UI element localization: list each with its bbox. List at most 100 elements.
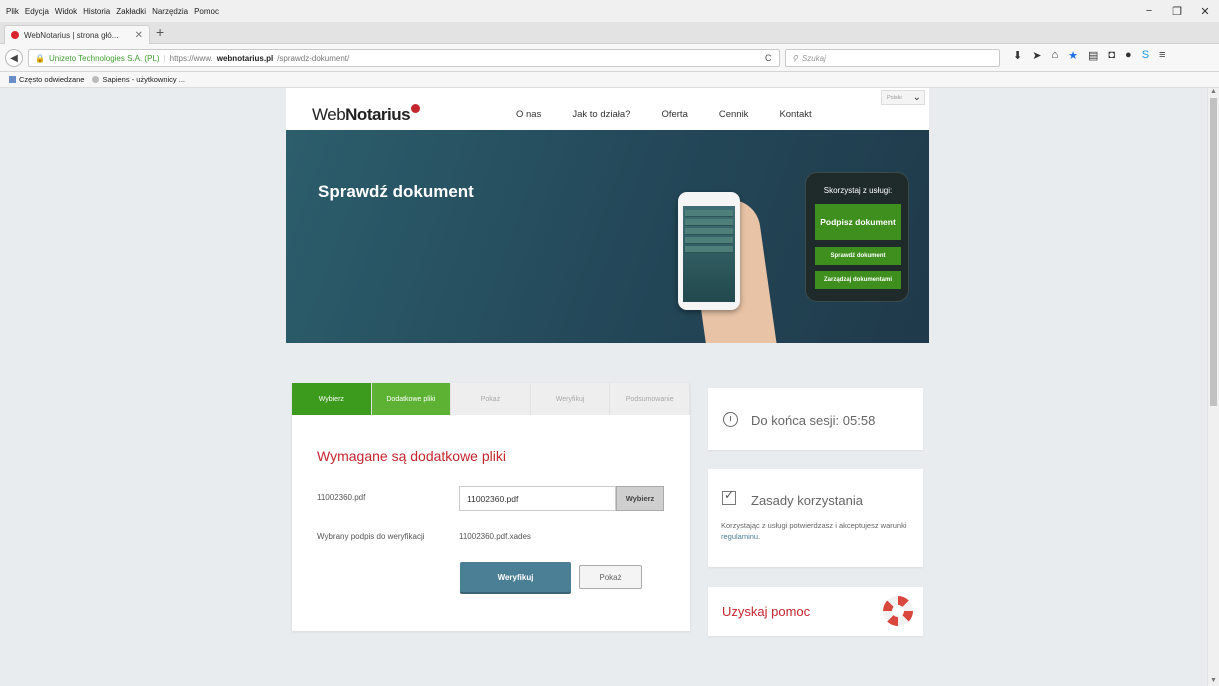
- back-arrow-icon[interactable]: ◀: [5, 49, 23, 67]
- step-wybierz[interactable]: Wybierz: [292, 383, 372, 415]
- tab-strip: WebNotarius | strona głó... ✕ +: [0, 22, 1219, 44]
- phone-row: [685, 246, 733, 253]
- file-input[interactable]: 11002360.pdf: [459, 486, 616, 511]
- help-title[interactable]: Uzyskaj pomoc: [722, 604, 810, 619]
- folder-icon: [9, 76, 16, 83]
- help-card[interactable]: Uzyskaj pomoc: [708, 587, 923, 636]
- terms-link[interactable]: regulaminu: [721, 532, 758, 541]
- logo-bold: Notarius: [345, 105, 411, 124]
- tab-title: WebNotarius | strona głó...: [24, 30, 119, 40]
- nav-cennik[interactable]: Cennik: [719, 109, 749, 120]
- browser-tab[interactable]: WebNotarius | strona głó... ✕: [4, 25, 150, 44]
- wizard-steps: Wybierz Dodatkowe pliki Pokaż Weryfikuj …: [292, 383, 690, 415]
- search-box[interactable]: ⚲ Szukaj: [785, 49, 1000, 67]
- new-tab-icon[interactable]: +: [156, 24, 164, 40]
- url-bar[interactable]: 🔒 Unizeto Technologies S.A. (PL) | https…: [28, 49, 780, 67]
- step-dodatkowe-pliki[interactable]: Dodatkowe pliki: [371, 383, 452, 415]
- site-header: WebNotarius O nas Jak to działa? Oferta …: [286, 88, 929, 130]
- site-identity: Unizeto Technologies S.A. (PL): [48, 53, 160, 63]
- menu-zakladki[interactable]: Zakładki: [116, 7, 146, 16]
- reload-icon[interactable]: C: [765, 53, 772, 63]
- menu-historia[interactable]: Historia: [83, 7, 110, 16]
- nav-oferta[interactable]: Oferta: [661, 109, 687, 120]
- url-prefix: https://www.: [169, 53, 213, 63]
- clipboard-icon[interactable]: ▤: [1088, 49, 1098, 62]
- bookmarks-bar: Często odwiedzane Sapiens - użytkownicy …: [0, 72, 1219, 88]
- terms-title: Zasady korzystania: [751, 493, 863, 508]
- menu-bar: Plik Edycja Widok Historia Zakładki Narz…: [0, 0, 1219, 22]
- url-separator: |: [163, 53, 166, 63]
- send-icon[interactable]: ➤: [1032, 49, 1041, 62]
- pocket-icon[interactable]: ◘: [1108, 49, 1115, 62]
- terms-card: Zasady korzystania Korzystając z usługi …: [708, 469, 923, 567]
- phone-row: [685, 219, 733, 226]
- home-icon[interactable]: ⌂: [1051, 49, 1058, 62]
- nav-kontakt[interactable]: Kontakt: [779, 109, 811, 120]
- search-placeholder: Szukaj: [801, 53, 826, 63]
- terms-text: Korzystając z usługi potwierdzasz i akce…: [721, 521, 907, 530]
- download-icon[interactable]: ⬇: [1013, 49, 1022, 62]
- sign-document-button[interactable]: Podpisz dokument: [815, 204, 901, 240]
- language-select[interactable]: Polski ⌄: [881, 90, 925, 105]
- bookmark-often-visited[interactable]: Często odwiedzane: [9, 75, 84, 84]
- nav-o-nas[interactable]: O nas: [516, 109, 541, 120]
- show-button[interactable]: Pokaż: [579, 565, 642, 589]
- bookmark-star-icon[interactable]: ★: [1068, 49, 1078, 62]
- timer-icon: [723, 412, 738, 427]
- choose-file-button[interactable]: Wybierz: [616, 486, 664, 511]
- favicon-icon: [11, 31, 19, 39]
- session-timer: Do końca sesji: 05:58: [751, 413, 876, 428]
- manage-documents-button[interactable]: Zarządzaj dokumentami: [815, 271, 901, 289]
- restore-icon[interactable]: ❐: [1163, 0, 1191, 22]
- main-nav: O nas Jak to działa? Oferta Cennik Konta…: [516, 109, 843, 120]
- menu-edycja[interactable]: Edycja: [25, 7, 49, 16]
- services-panel: Skorzystaj z usługi: Podpisz dokument Sp…: [805, 172, 909, 302]
- step-pokaz: Pokaż: [451, 383, 531, 415]
- webnotarius-logo[interactable]: WebNotarius: [312, 104, 421, 125]
- scroll-thumb[interactable]: [1210, 98, 1217, 406]
- file-label: 11002360.pdf: [317, 493, 366, 502]
- url-path: /sprawdz-dokument/: [277, 53, 350, 63]
- logo-mark-icon: [411, 104, 421, 113]
- phone-row: [685, 237, 733, 244]
- page-scrollbar[interactable]: ▲ ▼: [1207, 88, 1219, 686]
- language-value: Polski: [887, 94, 902, 101]
- session-card: Do końca sesji: 05:58: [708, 388, 923, 450]
- lock-icon: 🔒: [35, 53, 45, 63]
- toolbar: ⬇ ➤ ⌂ ★ ▤ ◘ ● S ≡: [1013, 49, 1165, 62]
- minimize-icon[interactable]: −: [1135, 0, 1163, 22]
- search-icon: ⚲: [792, 53, 798, 63]
- bookmark-sapiens[interactable]: Sapiens - użytkownicy ...: [92, 75, 185, 84]
- close-window-icon[interactable]: ✕: [1191, 0, 1219, 22]
- globe-icon: [92, 76, 100, 83]
- signature-value: 11002360.pdf.xades: [459, 532, 531, 541]
- phone-row: [685, 228, 733, 235]
- menu-plik[interactable]: Plik: [6, 7, 19, 16]
- bookmark-label: Sapiens - użytkownicy ...: [102, 75, 186, 84]
- step-podsumowanie: Podsumowanie: [610, 383, 690, 415]
- scroll-up-icon[interactable]: ▲: [1210, 88, 1217, 95]
- menu-pomoc[interactable]: Pomoc: [194, 7, 219, 16]
- verify-button[interactable]: Weryfikuj: [460, 562, 571, 592]
- terms-body: Korzystając z usługi potwierdzasz i akce…: [721, 521, 907, 541]
- wizard-title: Wymagane są dodatkowe pliki: [317, 448, 506, 464]
- scroll-down-icon[interactable]: ▼: [1210, 677, 1217, 684]
- close-tab-icon[interactable]: ✕: [135, 30, 143, 41]
- skype-icon[interactable]: S: [1142, 49, 1149, 62]
- checkbox-icon: [722, 488, 736, 505]
- signature-label: Wybrany podpis do weryfikacji: [317, 532, 425, 541]
- hero-banner: Sprawdź dokument Skorzystaj z usługi: Po…: [286, 130, 929, 343]
- chat-icon[interactable]: ●: [1125, 49, 1132, 62]
- menu-widok[interactable]: Widok: [55, 7, 77, 16]
- hamburger-menu-icon[interactable]: ≡: [1159, 49, 1165, 62]
- phone-row: [685, 210, 733, 217]
- phone-screen: [683, 206, 735, 302]
- nav-jak-to-dziala[interactable]: Jak to działa?: [572, 109, 630, 120]
- phone-illustration: [678, 192, 740, 310]
- menu-narzedzia[interactable]: Narzędzia: [152, 7, 188, 16]
- url-host: webnotarius.pl: [216, 53, 274, 63]
- logo-prefix: Web: [312, 105, 346, 124]
- step-weryfikuj: Weryfikuj: [531, 383, 611, 415]
- bookmark-label: Często odwiedzane: [19, 75, 85, 84]
- verify-document-button[interactable]: Sprawdź dokument: [815, 247, 901, 265]
